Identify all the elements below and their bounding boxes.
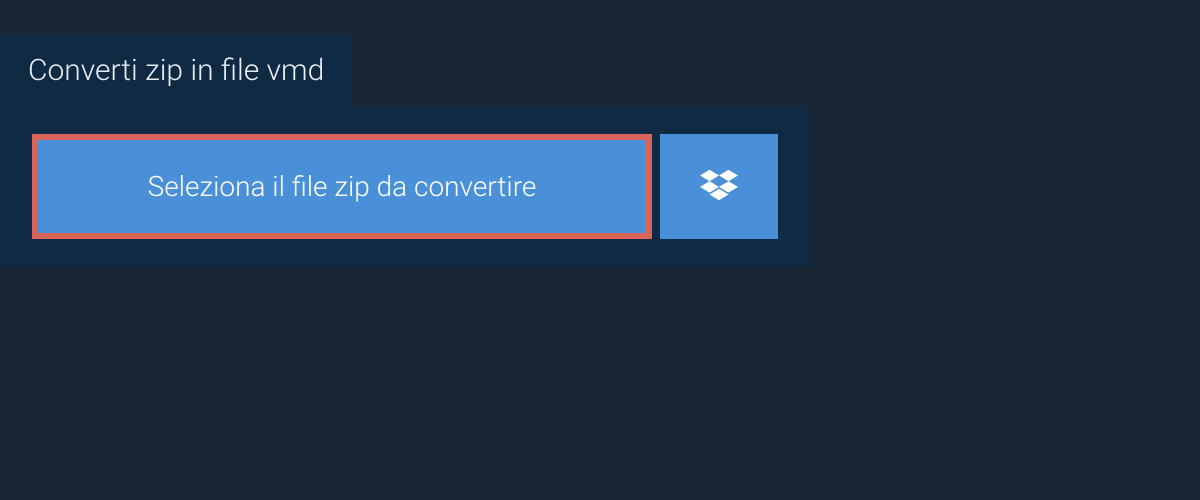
page-title-tab: Converti zip in file vmd xyxy=(0,35,352,106)
upload-panel: Seleziona il file zip da convertire xyxy=(0,106,810,267)
select-file-label: Seleziona il file zip da convertire xyxy=(148,170,537,203)
select-file-button[interactable]: Seleziona il file zip da convertire xyxy=(32,134,652,239)
page-title: Converti zip in file vmd xyxy=(28,53,324,88)
dropbox-button[interactable] xyxy=(660,134,778,239)
dropbox-icon xyxy=(700,166,738,208)
